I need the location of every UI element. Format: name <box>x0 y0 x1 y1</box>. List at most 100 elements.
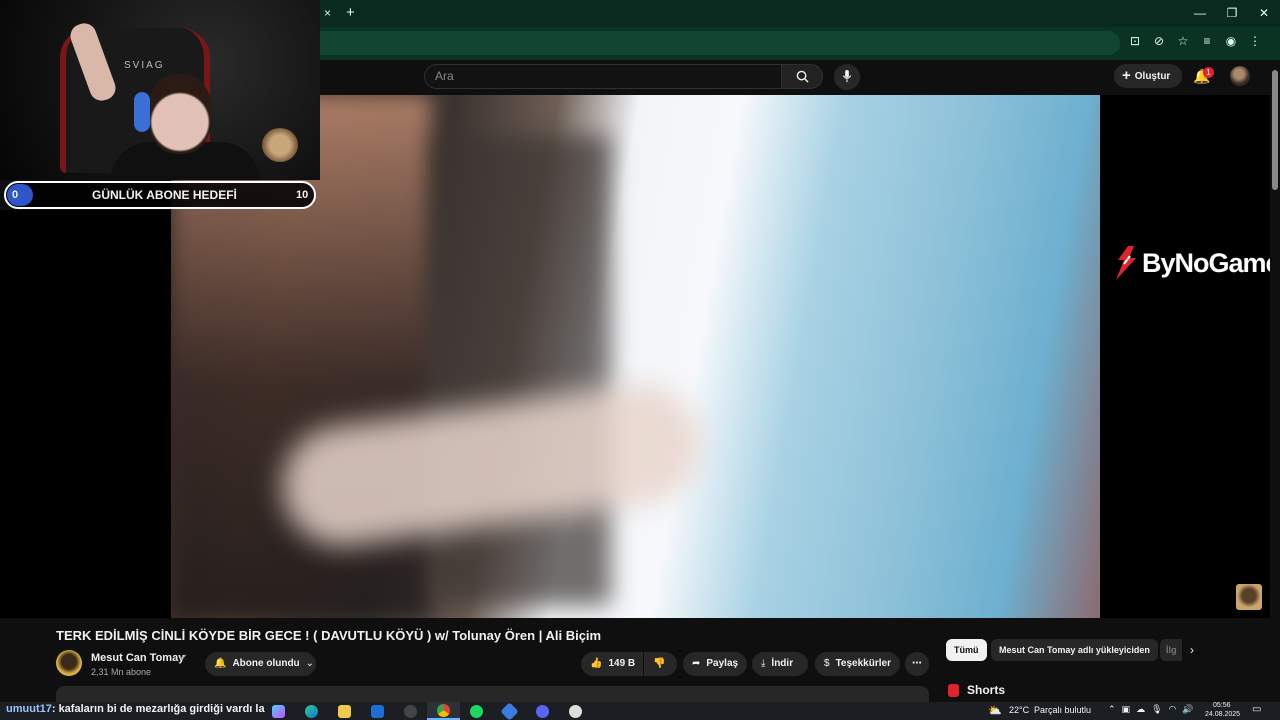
video-title: TERK EDİLMİŞ CİNLİ KÖYDE BİR GECE ! ( DA… <box>56 628 602 643</box>
chip-all[interactable]: Tümü <box>946 639 987 661</box>
download-button[interactable]: ⤓ İndir <box>752 652 808 676</box>
scrollbar-thumb[interactable] <box>1272 70 1278 190</box>
taskbar-chrome[interactable] <box>427 702 460 720</box>
chip-from-uploader[interactable]: Mesut Can Tomay adlı yükleyiciden <box>991 639 1158 661</box>
streamer-head <box>148 74 212 154</box>
share-icon: ➦ <box>692 658 701 669</box>
taskbar-outlook[interactable] <box>361 702 394 720</box>
goal-label: GÜNLÜK ABONE HEDEFİ <box>92 188 237 202</box>
wifi-icon[interactable]: ◠ <box>1169 704 1177 715</box>
sponsor-flame-icon <box>1116 246 1136 280</box>
taskbar-edge[interactable] <box>295 702 328 720</box>
close-window-button[interactable]: ✕ <box>1248 0 1280 27</box>
more-actions-button[interactable]: ⋯ <box>905 652 929 676</box>
shorts-icon <box>948 684 959 697</box>
restore-button[interactable]: ❐ <box>1216 0 1248 27</box>
thumbs-down-icon: 👎 <box>653 658 666 669</box>
channel-name[interactable]: Mesut Can Tomay <box>91 652 184 664</box>
window-controls: — ❐ ✕ <box>1184 0 1280 27</box>
tab-strip <box>320 0 1280 27</box>
channel-watermark[interactable] <box>1236 584 1262 610</box>
plush-toy <box>262 128 298 162</box>
share-label: Paylaş <box>706 658 739 669</box>
stream-side-panel <box>1100 95 1270 618</box>
share-button[interactable]: ➦ Paylaş <box>683 652 747 676</box>
tray-cloud-icon[interactable]: ☁ <box>1136 704 1145 715</box>
thumbs-up-icon: 👍 <box>590 658 603 669</box>
create-label: Oluştur <box>1134 71 1171 82</box>
edge-icon <box>305 704 318 718</box>
taskbar-obs[interactable] <box>559 702 592 720</box>
chip-related[interactable]: İlg <box>1160 639 1182 661</box>
taskbar-copilot[interactable] <box>262 702 295 720</box>
plus-icon: + <box>1122 67 1131 84</box>
taskbar-app-blue[interactable] <box>493 701 526 720</box>
voice-search-button[interactable] <box>834 64 860 90</box>
address-bar[interactable] <box>320 31 1120 55</box>
chevron-down-icon: ⌄ <box>305 658 315 669</box>
create-button[interactable]: + Oluştur <box>1114 64 1182 88</box>
search-icon <box>796 70 809 83</box>
system-tray: ⌃ ▣ ☁ 🎙 ◠ 🔊 <box>1108 704 1194 715</box>
search-button[interactable] <box>781 64 823 89</box>
outlook-icon <box>371 704 384 718</box>
sponsor-name: ByNoGame <box>1142 247 1280 278</box>
headphone <box>134 92 150 132</box>
download-label: İndir <box>771 658 794 669</box>
notification-badge: 1 <box>1203 67 1214 78</box>
tray-app-icon[interactable]: ▣ <box>1122 704 1131 715</box>
dislike-button[interactable]: 👎 <box>644 652 677 676</box>
taskbar-discord[interactable] <box>526 702 559 720</box>
spotify-icon <box>470 704 483 718</box>
shorts-heading: Shorts <box>967 683 1006 697</box>
tray-chevron-icon[interactable]: ⌃ <box>1108 704 1116 715</box>
chat-overlay: umuut17: kafaların bi de mezarlığa girdi… <box>6 703 265 715</box>
like-button[interactable]: 👍 149 B <box>581 652 643 676</box>
install-app-icon[interactable]: ⊡ <box>1128 33 1142 49</box>
taskbar-xbox[interactable] <box>394 702 427 720</box>
profile-icon[interactable]: ◉ <box>1224 33 1238 49</box>
verified-icon: ✔ <box>179 653 188 664</box>
thanks-button[interactable]: $ Teşekkürler <box>815 652 900 676</box>
clock-date[interactable]: 24.08.2025 <box>1205 711 1240 718</box>
page-background <box>0 210 171 618</box>
chevron-right-icon[interactable]: › <box>1190 643 1194 657</box>
reading-list-icon[interactable]: ≡ <box>1200 33 1214 49</box>
like-count: 149 B <box>608 658 636 669</box>
subscribed-button[interactable]: 🔔 Abone olundu ⌄ <box>205 652 316 676</box>
browser-menu-icon[interactable]: ⋮ <box>1248 33 1262 49</box>
goal-progress-fill <box>7 184 33 206</box>
minimize-button[interactable]: — <box>1184 0 1216 27</box>
weather-icon[interactable]: ⛅ <box>988 704 1002 717</box>
goal-max: 10 <box>296 189 309 201</box>
chrome-icon <box>437 703 450 717</box>
webcam-overlay: SVIAG <box>0 0 320 180</box>
subscribed-label: Abone olundu <box>232 658 300 669</box>
copilot-icon <box>272 704 285 718</box>
clock-time[interactable]: 05:56 <box>1213 702 1231 709</box>
bookmark-star-icon[interactable]: ☆ <box>1176 33 1190 49</box>
taskbar-apps <box>262 701 592 720</box>
app-icon <box>500 701 519 720</box>
temperature[interactable]: 22°C <box>1009 705 1029 715</box>
channel-avatar[interactable] <box>56 650 82 676</box>
account-avatar[interactable] <box>1230 66 1250 86</box>
microphone-icon[interactable]: 🎙 <box>1151 704 1162 715</box>
thanks-icon: $ <box>824 658 830 669</box>
subscriber-count: 2,31 Mn abone <box>91 667 152 677</box>
eye-off-icon[interactable]: ⊘ <box>1152 33 1166 49</box>
new-tab-button[interactable]: + <box>346 4 355 21</box>
tab-close-icon[interactable]: × <box>324 6 336 20</box>
notification-center-icon[interactable]: ▭ <box>1252 704 1261 715</box>
chair-brand: SVIAG <box>124 60 165 71</box>
description-box[interactable] <box>56 686 929 702</box>
taskbar-spotify[interactable] <box>460 702 493 720</box>
chat-message: : kafaların bi de mezarlığa girdiği vard… <box>51 703 265 715</box>
obs-icon <box>569 704 582 718</box>
discord-icon <box>536 704 549 718</box>
weather-description[interactable]: Parçalı bulutlu <box>1034 705 1091 715</box>
download-icon: ⤓ <box>761 658 766 669</box>
taskbar-explorer[interactable] <box>328 702 361 720</box>
volume-icon[interactable]: 🔊 <box>1182 704 1193 715</box>
search-input[interactable]: Ara <box>424 64 781 89</box>
